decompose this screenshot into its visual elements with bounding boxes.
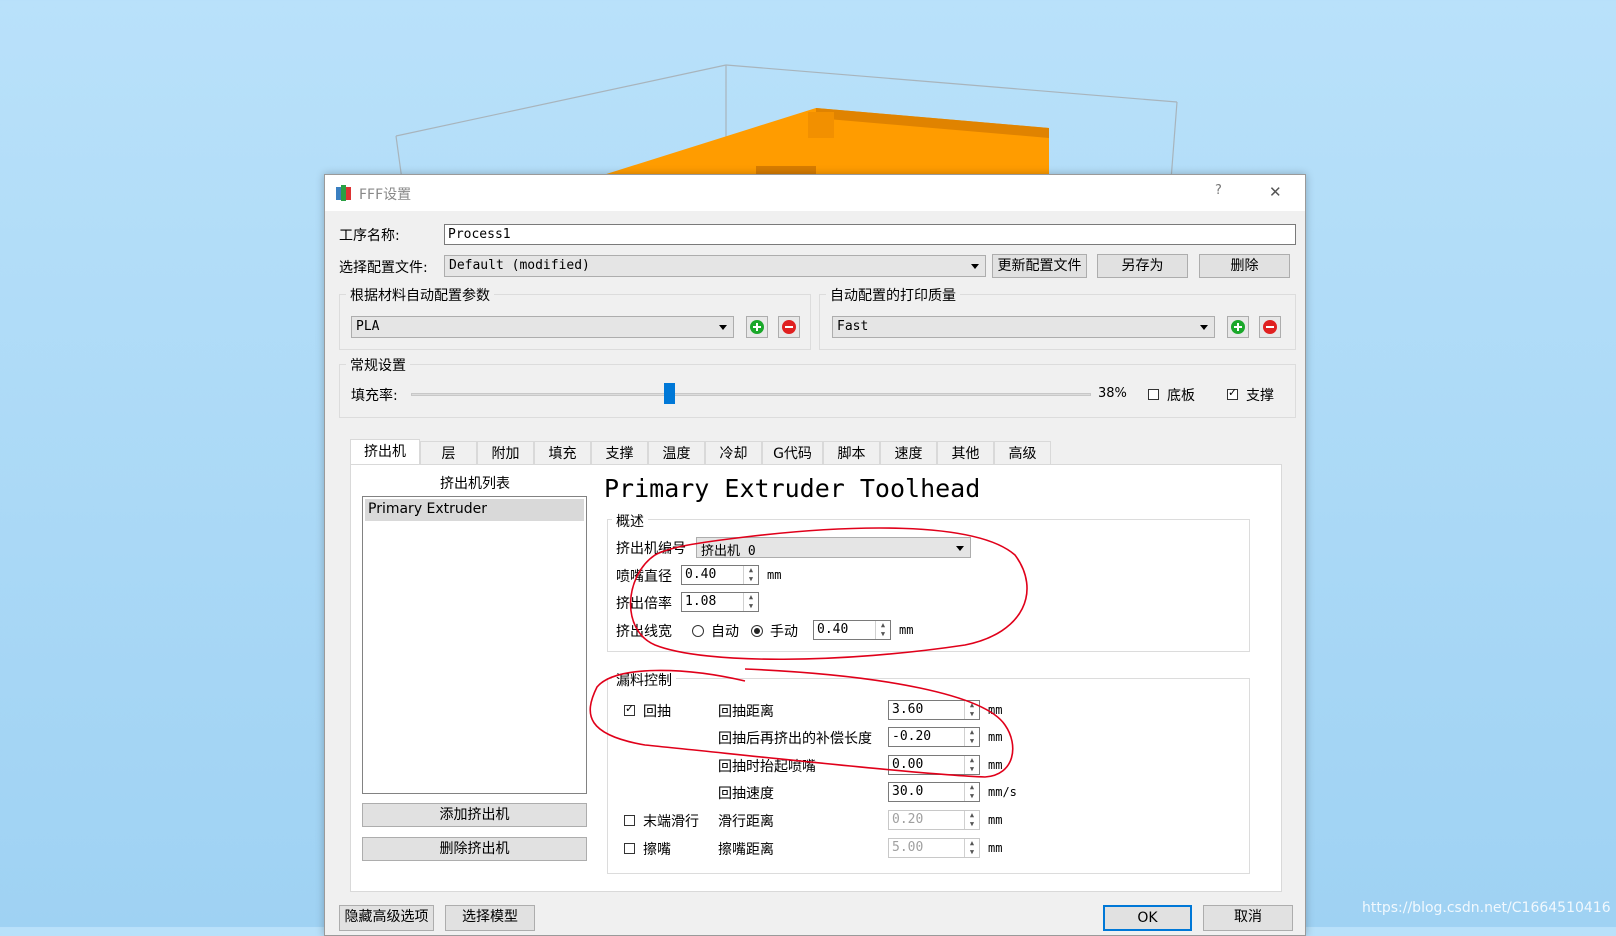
3d-viewport[interactable] bbox=[0, 0, 1616, 180]
fff-settings-dialog: FFF设置 ? ✕ 工序名称: Process1 选择配置文件: Default… bbox=[324, 174, 1306, 936]
ok-button[interactable]: OK bbox=[1103, 905, 1192, 931]
3d-model[interactable] bbox=[600, 108, 1049, 180]
red-annotation-circles bbox=[589, 527, 1028, 778]
watermark: https://blog.csdn.net/C1664510416 bbox=[1362, 900, 1611, 916]
hide-advanced-button[interactable]: 隐藏高级选项 bbox=[339, 905, 434, 931]
select-model-button[interactable]: 选择模型 bbox=[445, 905, 535, 931]
cancel-button[interactable]: 取消 bbox=[1203, 905, 1293, 931]
